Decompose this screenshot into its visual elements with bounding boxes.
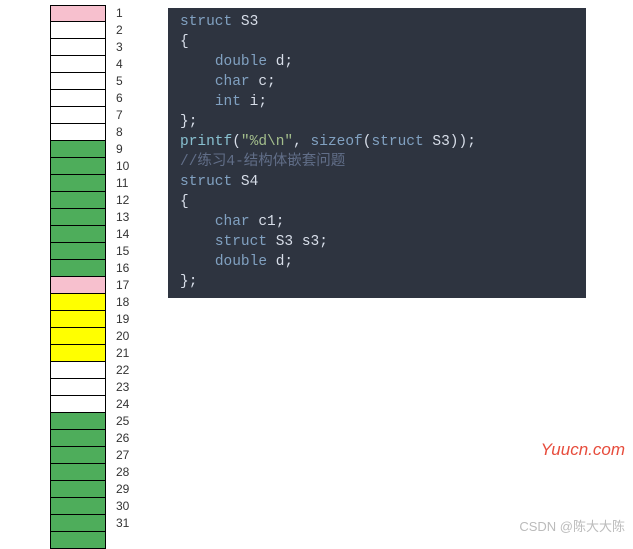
byte-cell xyxy=(50,192,106,209)
code-line: char c; xyxy=(168,72,586,92)
byte-cell xyxy=(50,294,106,311)
byte-number: 28 xyxy=(116,464,146,481)
byte-cell xyxy=(50,22,106,39)
byte-cell xyxy=(50,481,106,498)
byte-cell xyxy=(50,90,106,107)
memory-layout-diagram: 1234567891011121314151617181920212223242… xyxy=(0,0,146,549)
code-line: }; xyxy=(168,272,586,292)
code-line: double d; xyxy=(168,252,586,272)
byte-cell xyxy=(50,226,106,243)
byte-number: 15 xyxy=(116,243,146,260)
byte-cell xyxy=(50,39,106,56)
byte-number: 8 xyxy=(116,124,146,141)
byte-number: 27 xyxy=(116,447,146,464)
byte-number: 9 xyxy=(116,141,146,158)
byte-cell xyxy=(50,260,106,277)
code-line: struct S3 xyxy=(168,12,586,32)
code-line: struct S3 s3; xyxy=(168,232,586,252)
byte-cell xyxy=(50,73,106,90)
byte-number: 10 xyxy=(116,158,146,175)
byte-cell xyxy=(50,277,106,294)
byte-number: 30 xyxy=(116,498,146,515)
byte-cell xyxy=(50,175,106,192)
byte-number: 26 xyxy=(116,430,146,447)
byte-cell xyxy=(50,396,106,413)
byte-cell xyxy=(50,141,106,158)
byte-cell xyxy=(50,56,106,73)
byte-cell xyxy=(50,5,106,22)
byte-number: 23 xyxy=(116,379,146,396)
byte-cell xyxy=(50,515,106,532)
byte-number: 17 xyxy=(116,277,146,294)
byte-cell xyxy=(50,532,106,549)
byte-cell xyxy=(50,430,106,447)
code-line: struct S4 xyxy=(168,172,586,192)
byte-cell xyxy=(50,328,106,345)
code-line: }; xyxy=(168,112,586,132)
byte-number: 24 xyxy=(116,396,146,413)
byte-number: 31 xyxy=(116,515,146,532)
byte-cell xyxy=(50,413,106,430)
byte-number: 7 xyxy=(116,107,146,124)
byte-number: 25 xyxy=(116,413,146,430)
code-line: int i; xyxy=(168,92,586,112)
byte-number: 14 xyxy=(116,226,146,243)
byte-number: 1 xyxy=(116,5,146,22)
byte-cell xyxy=(50,362,106,379)
byte-number: 22 xyxy=(116,362,146,379)
code-line: { xyxy=(168,32,586,52)
byte-number: 20 xyxy=(116,328,146,345)
byte-numbers-column: 1234567891011121314151617181920212223242… xyxy=(106,5,146,549)
code-line: printf("%d\n", sizeof(struct S3)); xyxy=(168,132,586,152)
byte-number: 5 xyxy=(116,73,146,90)
code-area: struct S3{ double d; char c; int i;};pri… xyxy=(168,8,586,549)
byte-number: 13 xyxy=(116,209,146,226)
byte-number: 3 xyxy=(116,39,146,56)
byte-cell xyxy=(50,107,106,124)
code-line: //练习4-结构体嵌套问题 xyxy=(168,152,586,172)
attribution-text: CSDN @陈大大陈 xyxy=(519,516,625,535)
byte-number: 4 xyxy=(116,56,146,73)
watermark-text: Yuucn.com xyxy=(541,440,625,460)
byte-number: 12 xyxy=(116,192,146,209)
byte-number: 21 xyxy=(116,345,146,362)
byte-number: 2 xyxy=(116,22,146,39)
byte-cell xyxy=(50,158,106,175)
byte-cell xyxy=(50,498,106,515)
code-line: double d; xyxy=(168,52,586,72)
byte-number: 19 xyxy=(116,311,146,328)
byte-cell xyxy=(50,379,106,396)
byte-cell xyxy=(50,209,106,226)
byte-cell xyxy=(50,311,106,328)
byte-number xyxy=(116,532,146,549)
code-block: struct S3{ double d; char c; int i;};pri… xyxy=(168,8,586,298)
byte-number: 6 xyxy=(116,90,146,107)
byte-number: 29 xyxy=(116,481,146,498)
byte-cell xyxy=(50,464,106,481)
byte-number: 16 xyxy=(116,260,146,277)
byte-cell xyxy=(50,124,106,141)
byte-number: 18 xyxy=(116,294,146,311)
byte-cell xyxy=(50,345,106,362)
byte-cells-column xyxy=(50,5,106,549)
byte-number: 11 xyxy=(116,175,146,192)
byte-cell xyxy=(50,243,106,260)
code-line: char c1; xyxy=(168,212,586,232)
byte-cell xyxy=(50,447,106,464)
code-line: { xyxy=(168,192,586,212)
